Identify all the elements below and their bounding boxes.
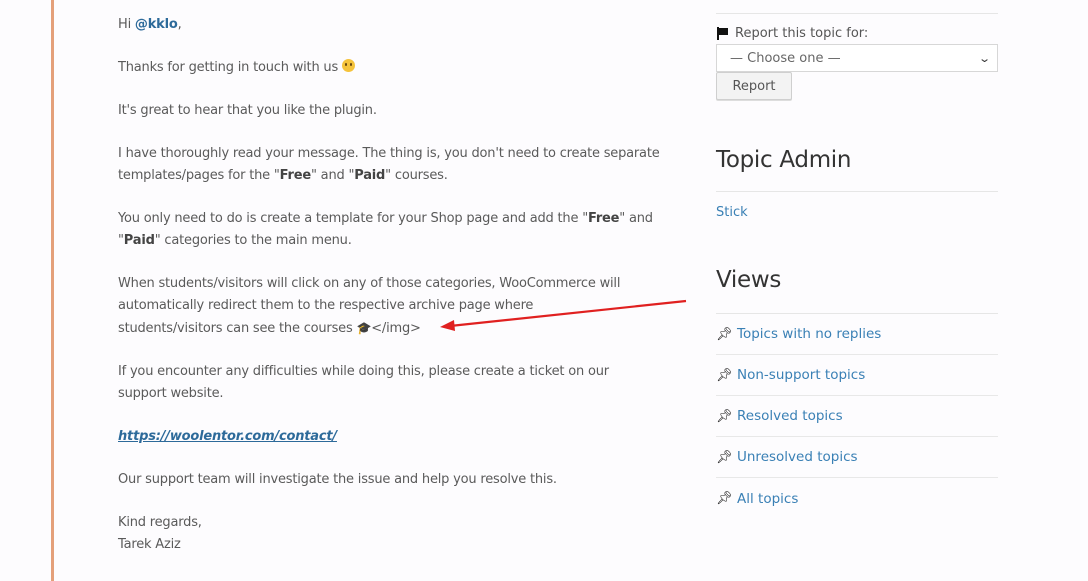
templates-paragraph: I have thoroughly read your message. The… [118, 146, 660, 183]
user-mention-link[interactable]: @kklo [135, 17, 178, 32]
report-button[interactable]: Report [716, 72, 792, 100]
views-heading: Views [716, 267, 782, 293]
shop-paragraph: You only need to do is create a template… [118, 211, 653, 248]
pushpin-icon: 📌︎ [716, 491, 733, 506]
page: Hi @kklo, Thanks for getting in touch wi… [0, 0, 1088, 581]
annotation-arrow-head [440, 320, 455, 331]
greeting: Hi @kklo, [118, 17, 182, 32]
post-accent-border [51, 0, 54, 581]
pushpin-icon: 📌︎ [716, 326, 733, 342]
thanks-paragraph: Thanks for getting in touch with us [118, 57, 678, 79]
sidebar-divider [716, 13, 998, 14]
support-team-paragraph: Our support team will investigate the is… [118, 472, 557, 487]
ticket-paragraph: If you encounter any difficulties while … [118, 364, 609, 401]
view-item-resolved[interactable]: 📌︎ Resolved topics [716, 396, 998, 437]
signature: Tarek Aziz [118, 537, 181, 552]
great-paragraph: It's great to hear that you like the plu… [118, 103, 377, 118]
stick-topic-link[interactable]: Stick [716, 205, 748, 220]
broken-img-tag-text: </img> [371, 321, 421, 336]
view-item-all-topics[interactable]: 📌︎ All topics [716, 478, 998, 519]
report-reason-select[interactable]: — Choose one — ⌄ [716, 44, 998, 72]
chevron-down-icon: ⌄ [977, 51, 991, 65]
pushpin-icon: 📌︎ [716, 367, 733, 383]
view-item-non-support[interactable]: 📌︎ Non-support topics [716, 355, 998, 396]
signoff: Kind regards, [118, 515, 202, 530]
link-paragraph: https://woolentor.com/contact/ [118, 426, 678, 448]
annotation-arrow [440, 299, 687, 331]
flag-icon [716, 27, 730, 40]
report-topic-label: Report this topic for: [716, 26, 998, 41]
pushpin-icon: 📌︎ [716, 408, 733, 424]
reply-content: Hi @kklo, Thanks for getting in touch wi… [118, 14, 678, 556]
pushpin-icon: 📌︎ [716, 449, 733, 465]
graduation-cap-icon: 🎓 [356, 321, 372, 335]
sidebar: Report this topic for: — Choose one — ⌄ … [716, 0, 998, 519]
topic-admin-heading: Topic Admin [716, 147, 852, 173]
contact-link[interactable]: https://woolentor.com/contact/ [118, 429, 337, 444]
view-item-unresolved[interactable]: 📌︎ Unresolved topics [716, 437, 998, 478]
topic-admin-divider [716, 191, 998, 192]
views-list: 📌︎ Topics with no replies 📌︎ Non-support… [716, 314, 998, 519]
smiley-emoji-icon [341, 59, 355, 72]
view-item-no-replies[interactable]: 📌︎ Topics with no replies [716, 314, 998, 355]
annotation-arrow-line [449, 299, 687, 328]
